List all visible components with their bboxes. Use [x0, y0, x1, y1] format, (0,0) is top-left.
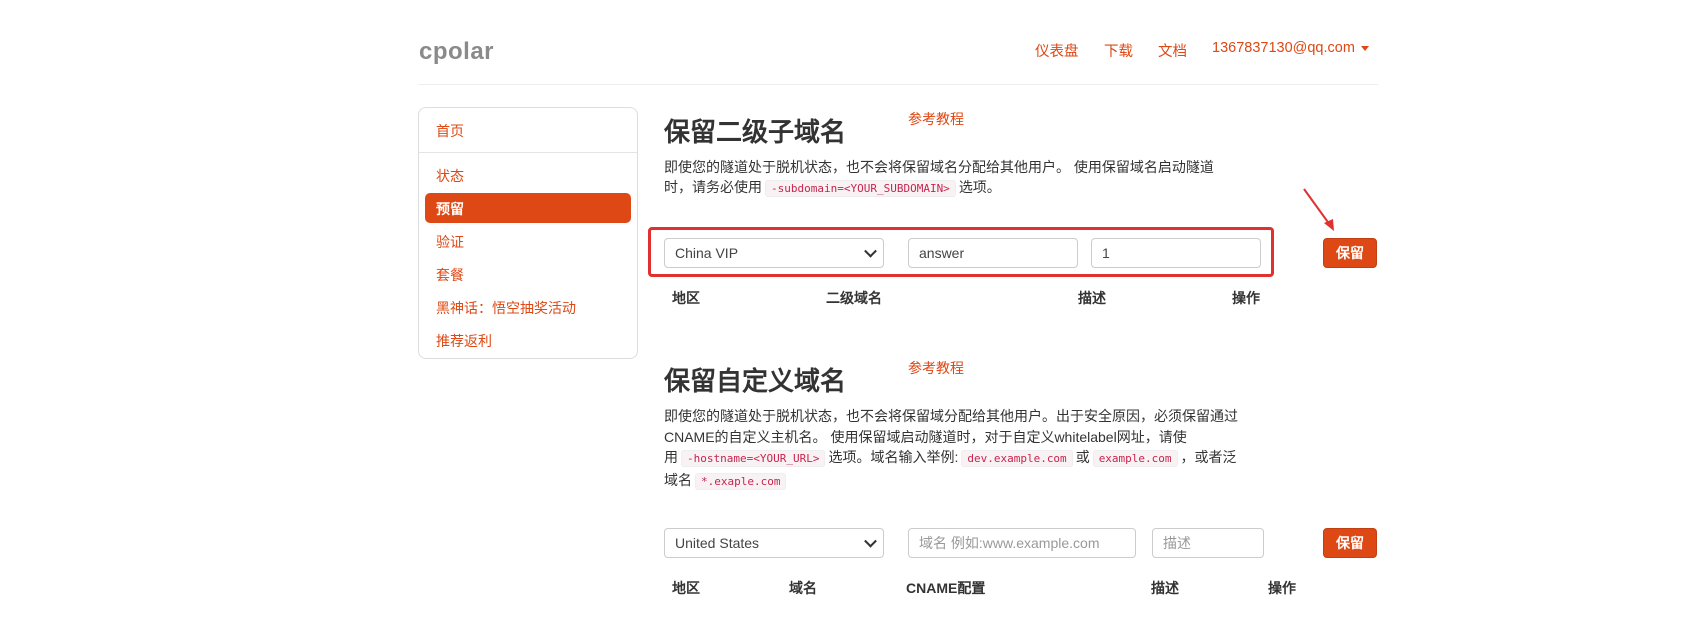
desc-line: 域名 *.exaple.com — [664, 470, 1244, 493]
selected-region: United States — [675, 535, 760, 551]
column-header-description: 描述 — [1078, 290, 1106, 306]
sidebar-item-referral[interactable]: 推荐返利 — [436, 331, 492, 351]
caret-down-icon — [1360, 45, 1369, 51]
column-header-cname: CNAME配置 — [906, 580, 986, 596]
example-domain-code: example.com — [1092, 450, 1178, 467]
sidebar-item-lottery[interactable]: 黑神话：悟空抽奖活动 — [436, 298, 576, 318]
custom-tutorial-link[interactable]: 参考教程 — [908, 358, 964, 378]
account-menu[interactable]: 1367837130@qq.com — [1212, 40, 1369, 56]
sidebar-item-label: 预留 — [436, 201, 464, 217]
custom-region-select[interactable]: United States — [664, 528, 884, 558]
sidebar-item-plans[interactable]: 套餐 — [436, 265, 464, 285]
wildcard-domain-code: *.exaple.com — [695, 472, 787, 490]
subdomain-flag-code: -subdomain=<YOUR_SUBDOMAIN> — [765, 180, 956, 197]
nav-docs-link[interactable]: 文档 — [1158, 44, 1187, 60]
nav-docs[interactable]: 文档 — [1158, 40, 1187, 61]
subdomain-region-select[interactable]: China VIP — [664, 238, 884, 268]
column-header-actions: 操作 — [1268, 580, 1296, 596]
custom-save-button[interactable]: 保留 — [1323, 528, 1377, 558]
sidebar-item-reserved[interactable]: 预留 — [425, 193, 631, 223]
description-placeholder: 描述 — [1163, 535, 1191, 551]
subdomain-description: 即使您的隧道处于脱机状态，也不会将保留域名分配给其他用户。 使用保留域名启动隧道… — [664, 157, 1244, 199]
desc-text: ，或者泛 — [1180, 449, 1237, 465]
nav-dashboard-link[interactable]: 仪表盘 — [1035, 44, 1079, 60]
desc-line: CNAME的自定义主机名。 使用保留域启动隧道时，对于自定义whitelabel… — [664, 428, 1187, 445]
sidebar-item-status[interactable]: 状态 — [436, 166, 464, 186]
desc-line: 即使您的隧道处于脱机状态，也不会将保留域名分配给其他用户。 使用保留域名启动隧道 — [664, 159, 1214, 175]
description-value: 1 — [1102, 245, 1110, 261]
subdomain-input[interactable]: answer — [908, 238, 1078, 268]
nav-dashboard[interactable]: 仪表盘 — [1035, 40, 1079, 61]
hostname-flag-code: -hostname=<YOUR_URL> — [681, 450, 826, 467]
desc-text: 用 — [664, 449, 678, 465]
column-header-region: 地区 — [672, 580, 700, 596]
subdomain-value: answer — [919, 245, 965, 261]
nav-download[interactable]: 下载 — [1104, 40, 1133, 61]
selected-region: China VIP — [675, 245, 739, 261]
desc-text: 选项。 — [958, 179, 1001, 195]
domain-placeholder: 域名 例如:www.example.com — [919, 535, 1100, 551]
column-header-region: 地区 — [672, 290, 700, 306]
desc-text: 时，请务必使用 — [664, 179, 762, 195]
desc-line: 即使您的隧道处于脱机状态，也不会将保留域分配给其他用户。出于安全原因，必须保留通… — [664, 408, 1238, 424]
sidebar: 首页 状态 预留 验证 套餐 黑神话：悟空抽奖活动 推荐返利 — [418, 107, 638, 359]
column-header-domain: 域名 — [789, 580, 817, 596]
custom-description: 即使您的隧道处于脱机状态，也不会将保留域分配给其他用户。出于安全原因，必须保留通… — [664, 406, 1244, 492]
custom-description-input[interactable]: 描述 — [1152, 528, 1264, 558]
subdomain-description-input[interactable]: 1 — [1091, 238, 1261, 268]
header-divider — [418, 84, 1378, 85]
desc-line: 时，请务必使用 -subdomain=<YOUR_SUBDOMAIN> 选项。 — [664, 177, 1244, 199]
column-header-actions: 操作 — [1232, 290, 1260, 306]
chevron-down-icon — [864, 534, 877, 548]
custom-domain-input[interactable]: 域名 例如:www.example.com — [908, 528, 1136, 558]
subdomain-tutorial-link[interactable]: 参考教程 — [908, 109, 964, 129]
desc-text: 选项。域名输入举例: — [828, 449, 959, 465]
subdomain-save-button[interactable]: 保留 — [1323, 238, 1377, 268]
desc-text: 域名 — [664, 471, 692, 488]
arrow-annotation-icon — [1303, 188, 1334, 231]
brand-logo[interactable]: cpolar — [419, 38, 494, 66]
column-header-subdomain: 二级域名 — [826, 290, 882, 306]
sidebar-item-home[interactable]: 首页 — [436, 121, 464, 141]
nav-download-link[interactable]: 下载 — [1104, 44, 1133, 60]
subdomain-title: 保留二级子域名 — [664, 117, 847, 147]
account-email[interactable]: 1367837130@qq.com — [1212, 40, 1355, 56]
custom-domain-title: 保留自定义域名 — [664, 366, 847, 396]
desc-line: 用 -hostname=<YOUR_URL> 选项。域名输入举例: dev.examp… — [664, 447, 1244, 470]
sidebar-divider — [419, 152, 637, 153]
example-domain-code: dev.example.com — [961, 450, 1073, 467]
column-header-description: 描述 — [1151, 580, 1179, 596]
chevron-down-icon — [864, 244, 877, 258]
desc-text: 或 — [1075, 449, 1090, 465]
sidebar-item-verify[interactable]: 验证 — [436, 232, 464, 252]
